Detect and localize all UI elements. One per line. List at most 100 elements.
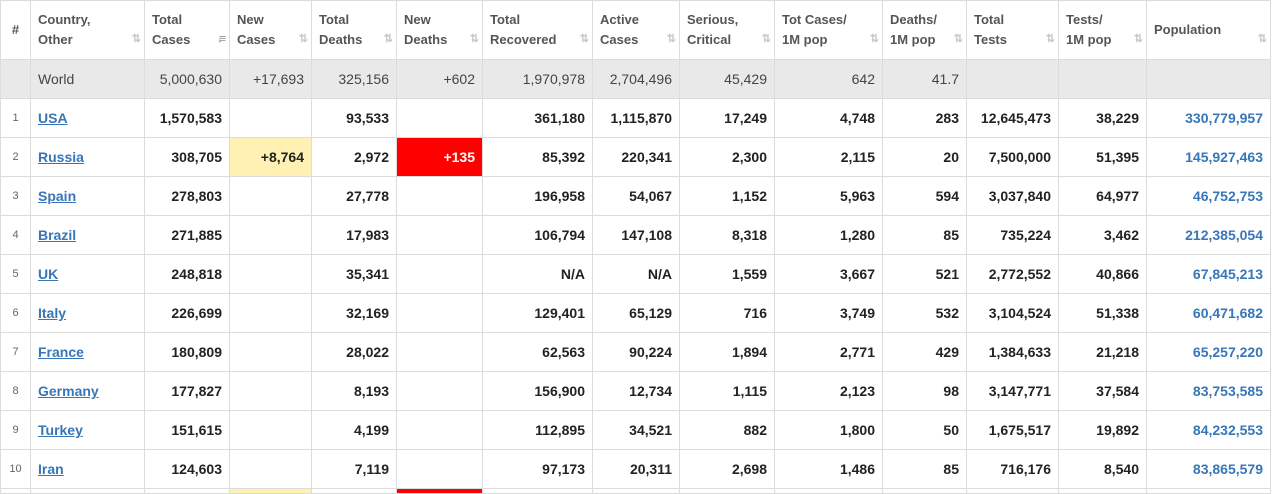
country-link[interactable]: Turkey [38, 422, 83, 438]
active-cases-cell: 1,115,870 [592, 98, 680, 138]
tot-cases-1m-cell: 3,667 [774, 254, 883, 294]
new-deaths-cell [396, 449, 483, 489]
world-total-recovered: 1,970,978 [482, 59, 593, 99]
deaths-1m-cell: 98 [882, 371, 967, 411]
table-row: 4 Brazil 271,885 17,983 106,794 147,108 8,318 1… [0, 215, 1271, 255]
table-row: 7 France 180,809 28,022 62,563 90,224 1,894 2,7… [0, 332, 1271, 372]
table-row: 6 Italy 226,699 32,169 129,401 65,129 716 3,749… [0, 293, 1271, 333]
header-index: # [0, 0, 31, 60]
deaths-1m-cell: 532 [882, 293, 967, 333]
header-total-deaths[interactable]: Total Deaths ⇅ [311, 0, 397, 60]
population-cell: 145,927,463 [1146, 137, 1271, 177]
total-cases-cell: 124,603 [144, 449, 230, 489]
header-total-recovered[interactable]: Total Recovered ⇅ [482, 0, 593, 60]
world-tot-cases-1m: 642 [774, 59, 883, 99]
tests-1m-cell: 40,866 [1058, 254, 1147, 294]
header-population-label: Population [1154, 22, 1222, 37]
population-cell: 83,865,579 [1146, 449, 1271, 489]
population-cell: 330,779,957 [1146, 98, 1271, 138]
header-tests-1m[interactable]: Tests/1M pop ⇅ [1058, 0, 1147, 60]
total-recovered-cell: N/A [482, 254, 593, 294]
header-new-deaths-line2: Deaths [404, 32, 448, 47]
sort-icon[interactable]: ⇅ [762, 29, 771, 49]
total-recovered-cell: 129,401 [482, 293, 593, 333]
header-new-deaths[interactable]: New Deaths ⇅ [396, 0, 483, 60]
tests-1m-cell: 38,229 [1058, 98, 1147, 138]
serious-critical-cell: 2,698 [679, 449, 775, 489]
country-link[interactable]: USA [38, 110, 68, 126]
sort-icon[interactable]: ⇅ [132, 29, 141, 49]
country-link[interactable]: Italy [38, 305, 66, 321]
table-row: 3 Spain 278,803 27,778 196,958 54,067 1,152 5,9… [0, 176, 1271, 216]
header-serious-critical[interactable]: Serious, Critical ⇅ [679, 0, 775, 60]
header-country[interactable]: Country, Other ⇅ [30, 0, 145, 60]
sort-icon[interactable]: ⇅ [1258, 29, 1267, 49]
country-link[interactable]: Germany [38, 383, 99, 399]
header-tot-cases-1m[interactable]: Tot Cases/1M pop ⇅ [774, 0, 883, 60]
country-cell: Iran [30, 449, 145, 489]
row-index: 4 [0, 215, 31, 255]
country-cell: UK [30, 254, 145, 294]
serious-critical-cell: 17,249 [679, 98, 775, 138]
new-deaths-cell [396, 98, 483, 138]
header-total-deaths-line2: Deaths [319, 32, 363, 47]
sort-icon[interactable]: ⇅ [1134, 29, 1143, 49]
header-active-cases-line1: Active [600, 12, 640, 27]
header-deaths-1m-line1: Deaths/ [890, 12, 937, 27]
world-tests-1m [1058, 59, 1147, 99]
header-new-cases[interactable]: New Cases ⇅ [229, 0, 312, 60]
tot-cases-1m-cell: 3,749 [774, 293, 883, 333]
partial-cell [592, 488, 680, 494]
header-total-tests-line2: Tests [974, 32, 1007, 47]
total-deaths-cell: 8,193 [311, 371, 397, 411]
country-link[interactable]: Iran [38, 461, 64, 477]
country-link[interactable]: UK [38, 266, 58, 282]
header-total-cases[interactable]: Total Cases ↓≡ [144, 0, 230, 60]
sort-icon[interactable]: ⇅ [384, 29, 393, 49]
tot-cases-1m-cell: 4,748 [774, 98, 883, 138]
header-deaths-1m[interactable]: Deaths/1M pop ⇅ [882, 0, 967, 60]
new-deaths-cell [396, 332, 483, 372]
partial-cell [396, 488, 483, 494]
sort-icon[interactable]: ⇅ [667, 29, 676, 49]
header-country-line2: Other [38, 32, 73, 47]
country-link[interactable]: Russia [38, 149, 84, 165]
country-link[interactable]: France [38, 344, 84, 360]
serious-critical-cell: 1,152 [679, 176, 775, 216]
header-active-cases[interactable]: Active Cases ⇅ [592, 0, 680, 60]
tot-cases-1m-cell: 5,963 [774, 176, 883, 216]
serious-critical-cell: 2,300 [679, 137, 775, 177]
tests-1m-cell: 51,338 [1058, 293, 1147, 333]
header-total-recovered-line2: Recovered [490, 32, 557, 47]
header-serious-critical-line2: Critical [687, 32, 732, 47]
sort-icon[interactable]: ⇅ [299, 29, 308, 49]
world-deaths-1m: 41.7 [882, 59, 967, 99]
country-link[interactable]: Brazil [38, 227, 76, 243]
total-tests-cell: 2,772,552 [966, 254, 1059, 294]
sort-icon[interactable]: ⇅ [580, 29, 589, 49]
header-population[interactable]: Population ⇅ [1146, 0, 1271, 60]
row-index [0, 59, 31, 99]
total-deaths-cell: 4,199 [311, 410, 397, 450]
sort-icon[interactable]: ⇅ [470, 29, 479, 49]
world-new-cases: +17,693 [229, 59, 312, 99]
sort-icon[interactable]: ⇅ [1046, 29, 1055, 49]
header-total-tests[interactable]: Total Tests ⇅ [966, 0, 1059, 60]
deaths-1m-cell: 50 [882, 410, 967, 450]
country-link[interactable]: Spain [38, 188, 76, 204]
deaths-1m-cell: 85 [882, 449, 967, 489]
population-cell: 67,845,213 [1146, 254, 1271, 294]
new-deaths-cell: +135 [396, 137, 483, 177]
total-recovered-cell: 62,563 [482, 332, 593, 372]
sort-icon[interactable]: ⇅ [870, 29, 879, 49]
header-deaths-1m-line2: 1M pop [890, 32, 936, 47]
sort-desc-icon[interactable]: ↓≡ [217, 29, 226, 49]
total-tests-cell: 3,104,524 [966, 293, 1059, 333]
population-cell: 65,257,220 [1146, 332, 1271, 372]
partial-cell [1146, 488, 1271, 494]
header-new-deaths-line1: New [404, 12, 431, 27]
total-deaths-cell: 2,972 [311, 137, 397, 177]
country-cell: Germany [30, 371, 145, 411]
sort-icon[interactable]: ⇅ [954, 29, 963, 49]
world-active-cases: 2,704,496 [592, 59, 680, 99]
